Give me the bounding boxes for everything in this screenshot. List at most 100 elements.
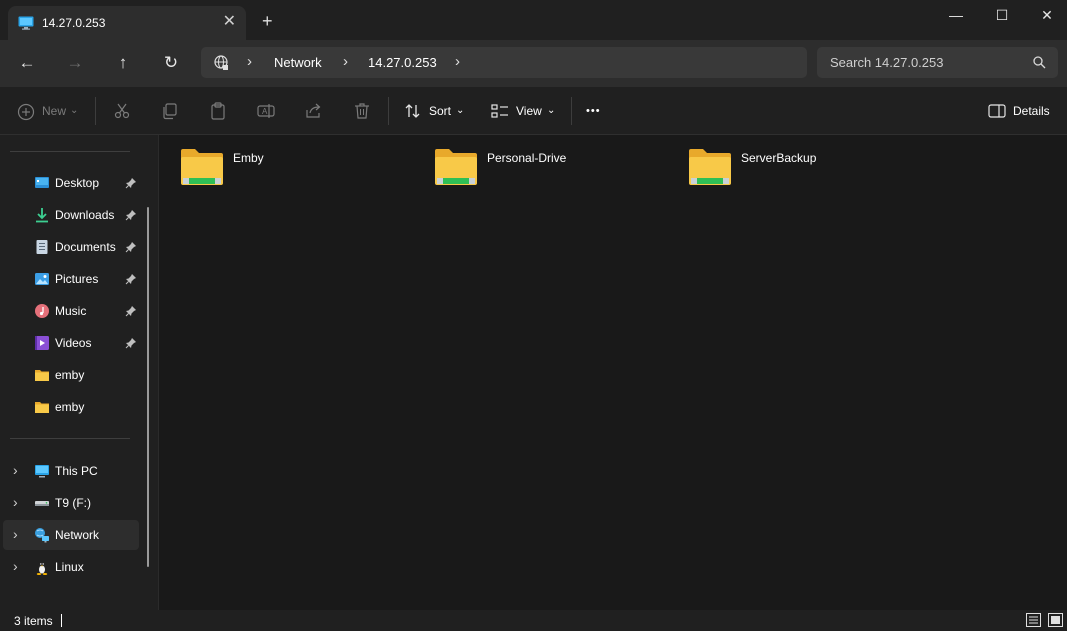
rename-icon[interactable]: A	[256, 101, 276, 121]
title-bar: 14.27.0.253 ✕ + — ☐ ✕	[0, 0, 1067, 40]
pc-icon	[35, 465, 49, 478]
status-divider	[61, 614, 62, 627]
sidebar-item-videos[interactable]: Videos	[3, 328, 139, 358]
music-icon	[35, 304, 49, 318]
sidebar-item-downloads[interactable]: Downloads	[3, 200, 139, 230]
new-chevron-down-icon: ⌄	[70, 105, 79, 116]
monitor-icon	[18, 16, 34, 30]
toolbar-divider	[388, 97, 389, 125]
sidebar-item-t9-drive[interactable]: › T9 (F:)	[3, 488, 139, 518]
breadcrumb-chevron-icon[interactable]: ›	[455, 53, 460, 70]
back-button[interactable]: ←	[12, 48, 42, 78]
network-icon	[35, 528, 49, 543]
sidebar-item-label: Desktop	[55, 176, 100, 190]
network-globe-icon	[214, 55, 228, 70]
new-tab-button[interactable]: +	[262, 12, 273, 30]
refresh-button[interactable]: ↻	[156, 48, 186, 78]
expand-chevron-icon[interactable]: ›	[13, 558, 18, 574]
pin-icon[interactable]	[125, 305, 137, 317]
pictures-icon	[35, 273, 49, 285]
file-list[interactable]: Emby Personal-Drive ServerBackup	[159, 135, 1067, 610]
sidebar-item-label: T9 (F:)	[55, 496, 91, 510]
tab-close-button[interactable]: ✕	[223, 13, 236, 31]
svg-text:A: A	[262, 107, 268, 116]
sidebar-item-documents[interactable]: Documents	[3, 232, 139, 262]
sidebar-item-label: Documents	[55, 240, 116, 254]
toolbar-divider	[95, 97, 96, 125]
sort-button[interactable]: Sort	[429, 99, 451, 123]
sidebar-item-label: emby	[55, 400, 85, 414]
tab-title: 14.27.0.253	[42, 16, 106, 30]
item-name: Emby	[233, 151, 264, 165]
pin-icon[interactable]	[125, 337, 137, 349]
sidebar-divider	[10, 438, 130, 439]
sidebar-item-emby[interactable]: emby	[3, 360, 139, 390]
breadcrumb-network[interactable]: Network	[274, 55, 322, 70]
details-view-icon[interactable]	[1026, 613, 1041, 627]
breadcrumb-host[interactable]: 14.27.0.253	[368, 55, 437, 70]
large-icons-view-icon[interactable]	[1048, 613, 1063, 627]
paste-icon[interactable]	[208, 101, 228, 121]
network-share-folder-icon	[689, 149, 731, 185]
sidebar-item-emby[interactable]: emby	[3, 392, 139, 422]
item-name: Personal-Drive	[487, 151, 567, 165]
more-options-button[interactable]: •••	[586, 99, 601, 123]
search-icon	[1033, 56, 1046, 69]
expand-chevron-icon[interactable]: ›	[13, 526, 18, 542]
sidebar-item-linux[interactable]: › Linux	[3, 552, 139, 582]
maximize-button[interactable]: ☐	[979, 0, 1025, 30]
up-button[interactable]: ↑	[108, 48, 138, 78]
drive-icon	[35, 501, 49, 506]
sidebar-item-music[interactable]: Music	[3, 296, 139, 326]
desktop-icon	[35, 177, 49, 188]
sidebar-item-label: Pictures	[55, 272, 99, 286]
list-item[interactable]: Emby	[161, 147, 411, 191]
navigation-bar: ← → ↑ ↻ › Network › 14.27.0.253 › Search…	[0, 40, 1067, 87]
folder-icon	[35, 402, 49, 413]
item-count: 3 items	[14, 614, 53, 628]
cut-icon[interactable]	[112, 101, 132, 121]
search-box[interactable]: Search 14.27.0.253	[817, 47, 1058, 78]
details-pane-icon	[988, 104, 1006, 118]
new-button[interactable]: New	[42, 99, 66, 123]
sidebar-item-label: Linux	[55, 560, 84, 574]
sidebar-divider	[10, 151, 130, 152]
sidebar-item-pictures[interactable]: Pictures	[3, 264, 139, 294]
item-name: ServerBackup	[741, 151, 817, 165]
sidebar-item-network[interactable]: › Network	[3, 520, 139, 550]
expand-chevron-icon[interactable]: ›	[13, 462, 18, 478]
videos-icon	[35, 336, 49, 350]
pin-icon[interactable]	[125, 209, 137, 221]
copy-icon[interactable]	[160, 101, 180, 121]
sidebar-item-this-pc[interactable]: › This PC	[3, 456, 139, 486]
pin-icon[interactable]	[125, 273, 137, 285]
share-icon[interactable]	[304, 101, 324, 121]
sidebar-scrollbar[interactable]	[147, 207, 149, 567]
breadcrumb-chevron-icon[interactable]: ›	[343, 53, 348, 70]
pin-icon[interactable]	[125, 241, 137, 253]
close-window-button[interactable]: ✕	[1024, 0, 1067, 30]
linux-icon	[36, 562, 48, 575]
address-bar[interactable]: › Network › 14.27.0.253 ›	[201, 47, 807, 78]
tab-active[interactable]: 14.27.0.253 ✕	[8, 6, 246, 40]
sidebar-item-desktop[interactable]: Desktop	[3, 168, 139, 198]
document-icon	[36, 240, 48, 254]
download-icon	[36, 208, 48, 223]
list-item[interactable]: ServerBackup	[669, 147, 919, 191]
search-input[interactable]: Search 14.27.0.253	[830, 55, 943, 70]
minimize-button[interactable]: —	[933, 0, 979, 30]
view-icon	[491, 104, 508, 118]
sidebar-item-label: Downloads	[55, 208, 115, 222]
breadcrumb-chevron-icon[interactable]: ›	[247, 53, 252, 70]
pin-icon[interactable]	[125, 177, 137, 189]
navigation-pane: Desktop Downloads Documents Pictures Mus…	[0, 135, 158, 610]
view-button[interactable]: View	[516, 99, 542, 123]
list-item[interactable]: Personal-Drive	[415, 147, 665, 191]
forward-button[interactable]: →	[60, 48, 90, 78]
status-bar: 3 items	[0, 610, 1067, 631]
delete-icon[interactable]	[352, 101, 372, 121]
sidebar-item-label: Videos	[55, 336, 92, 350]
details-button[interactable]: Details	[1013, 99, 1050, 123]
expand-chevron-icon[interactable]: ›	[13, 494, 18, 510]
sidebar-item-label: Music	[55, 304, 87, 318]
